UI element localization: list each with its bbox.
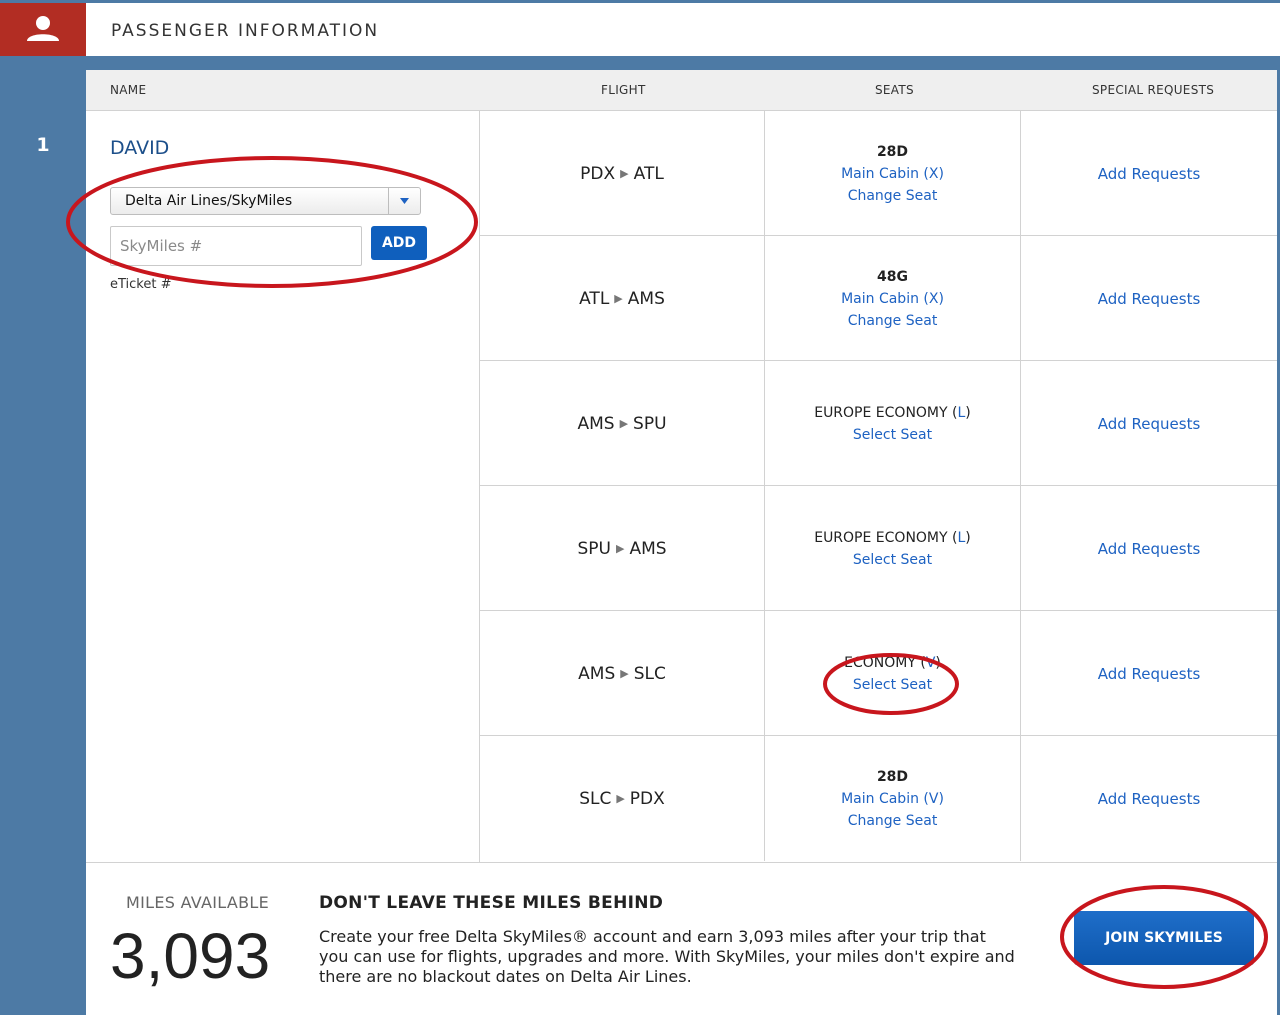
origin-code: PDX [580,163,616,184]
column-header-special-requests: SPECIAL REQUESTS [1092,83,1215,97]
seat-number: 48G [877,268,908,285]
add-requests-link[interactable]: Add Requests [1098,540,1201,558]
cabin-name: ECONOMY (V) [844,654,941,671]
requests-cell: Add Requests [1021,611,1277,736]
fare-class: V [925,654,936,671]
requests-cell: Add Requests [1021,236,1277,361]
flight-route: PDX ▶ ATL [480,111,765,236]
route-arrow-icon: ▶ [619,417,629,430]
origin-code: ATL [579,288,610,309]
skymiles-number-input[interactable] [110,226,362,266]
passenger-name: DAVID [110,137,170,159]
origin-code: SLC [579,788,612,809]
destination-code: ATL [633,163,664,184]
route-arrow-icon: ▶ [620,167,629,180]
flight-row: ATL ▶ AMS 48G Main Cabin (X) Change Seat A… [480,236,1277,361]
join-skymiles-button[interactable]: JOIN SKYMILES [1074,911,1254,965]
passenger-number: 1 [36,134,50,156]
fare-class: L [957,529,966,546]
seat-cell: 48G Main Cabin (X) Change Seat [765,236,1021,361]
column-header-seats: SEATS [875,83,914,97]
select-seat-link[interactable]: Select Seat [853,674,932,696]
origin-code: AMS [577,413,615,434]
destination-code: AMS [627,288,665,309]
miles-available-label: MILES AVAILABLE [126,893,270,912]
cabin-link[interactable]: Main Cabin (V) [841,788,944,810]
section-header: PASSENGER INFORMATION [86,3,1280,70]
destination-code: PDX [629,788,665,809]
origin-code: SPU [577,538,611,559]
caret-down-icon [400,198,409,204]
route-arrow-icon: ▶ [615,542,625,555]
destination-code: SLC [633,663,666,684]
loyalty-program-value: Delta Air Lines/SkyMiles [125,193,293,209]
select-seat-link[interactable]: Select Seat [853,549,932,571]
passenger-icon-box [0,3,86,56]
flight-route: AMS ▶ SLC [480,611,765,736]
requests-cell: Add Requests [1021,736,1277,861]
add-requests-link[interactable]: Add Requests [1098,165,1201,183]
requests-cell: Add Requests [1021,486,1277,611]
route-arrow-icon: ▶ [620,667,629,680]
cabin-name-text: EUROPE ECONOMY [814,529,948,546]
seat-number: 28D [876,768,909,785]
flight-row: AMS ▶ SLC ECONOMY (V) Select Seat Add Requ… [480,611,1277,736]
cabin-name-text: EUROPE ECONOMY [814,404,948,421]
passenger-name-cell: DAVID Delta Air Lines/SkyMiles ADD eTick… [86,111,480,862]
flight-row: SPU ▶ AMS EUROPE ECONOMY (L) Select Seat A… [480,486,1277,611]
miles-available-value: 3,093 [110,920,271,992]
cabin-link[interactable]: Main Cabin (X) [841,163,944,185]
destination-code: SPU [633,413,667,434]
add-requests-link[interactable]: Add Requests [1098,665,1201,683]
seat-cell: EUROPE ECONOMY (L) Select Seat [765,361,1021,486]
column-header-name: NAME [110,83,147,97]
requests-cell: Add Requests [1021,111,1277,236]
seat-cell: 28D Main Cabin (V) Change Seat [765,736,1021,861]
seat-cell: 28D Main Cabin (X) Change Seat [765,111,1021,236]
eticket-label: eTicket # [110,277,172,292]
flight-route: AMS ▶ SPU [480,361,765,486]
miles-promo-section: MILES AVAILABLE 3,093 DON'T LEAVE THESE … [86,862,1277,1015]
flight-row: SLC ▶ PDX 28D Main Cabin (V) Change Seat A… [480,736,1277,861]
dropdown-toggle[interactable] [388,188,420,214]
route-arrow-icon: ▶ [614,292,623,305]
person-icon [27,16,59,41]
flight-row: PDX ▶ ATL 28D Main Cabin (X) Change Seat A… [480,111,1277,236]
table-header: NAME FLIGHT SEATS SPECIAL REQUESTS [86,70,1277,111]
change-seat-link[interactable]: Change Seat [848,310,938,332]
cabin-link[interactable]: Main Cabin (X) [841,288,944,310]
column-header-flight: FLIGHT [601,83,646,97]
seat-cell: ECONOMY (V) Select Seat [765,611,1021,736]
flight-rows: PDX ▶ ATL 28D Main Cabin (X) Change Seat A… [480,111,1277,862]
page-title: PASSENGER INFORMATION [111,21,380,41]
origin-code: AMS [578,663,616,684]
add-requests-link[interactable]: Add Requests [1098,290,1201,308]
loyalty-program-select[interactable]: Delta Air Lines/SkyMiles [110,187,421,215]
add-requests-link[interactable]: Add Requests [1098,790,1201,808]
cabin-name: EUROPE ECONOMY (L) [814,529,971,546]
promo-title: DON'T LEAVE THESE MILES BEHIND [319,893,664,913]
seat-number: 28D [876,143,909,160]
add-requests-link[interactable]: Add Requests [1098,415,1201,433]
flight-row: AMS ▶ SPU EUROPE ECONOMY (L) Select Seat A… [480,361,1277,486]
cabin-name: EUROPE ECONOMY (L) [814,404,971,421]
add-button[interactable]: ADD [371,226,427,260]
seat-cell: EUROPE ECONOMY (L) Select Seat [765,486,1021,611]
requests-cell: Add Requests [1021,361,1277,486]
flight-route: SLC ▶ PDX [480,736,765,861]
destination-code: AMS [629,538,667,559]
change-seat-link[interactable]: Change Seat [848,185,938,207]
change-seat-link[interactable]: Change Seat [848,810,938,832]
flight-route: SPU ▶ AMS [480,486,765,611]
route-arrow-icon: ▶ [616,792,625,805]
flight-route: ATL ▶ AMS [480,236,765,361]
select-seat-link[interactable]: Select Seat [853,424,932,446]
fare-class: L [957,404,966,421]
promo-text: Create your free Delta SkyMiles® account… [319,927,1015,986]
cabin-name-text: ECONOMY [844,654,916,671]
left-rail: 1 [0,0,86,1015]
